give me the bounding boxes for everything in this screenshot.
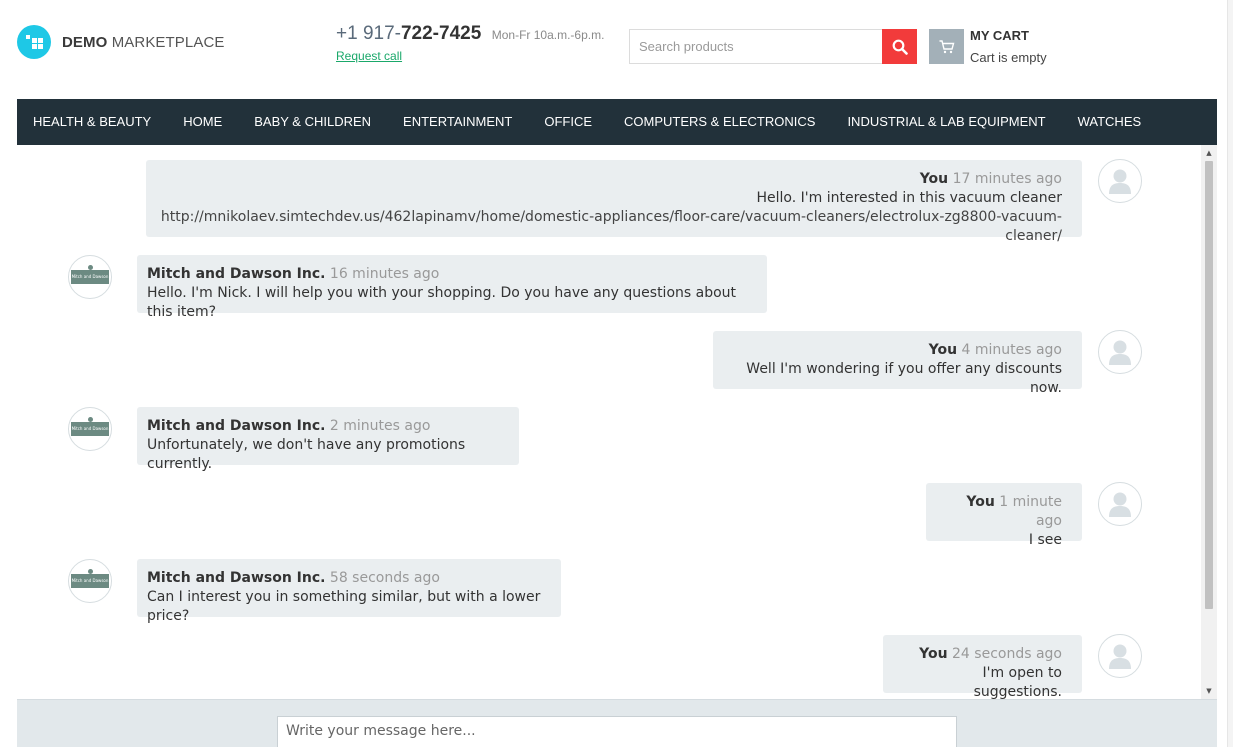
message-text: Hello. I'm interested in this vacuum cle… bbox=[756, 190, 1063, 206]
phone-prefix: +1 917- bbox=[336, 23, 401, 44]
message-author: Mitch and Dawson Inc. bbox=[147, 266, 326, 282]
message-header: You 17 minutes ago bbox=[156, 170, 1062, 189]
message-author: You bbox=[919, 646, 948, 662]
message-time: 17 minutes ago bbox=[952, 171, 1062, 187]
vendor-avatar: Mitch and Dawson bbox=[68, 407, 112, 451]
nav-item-entertainment[interactable]: ENTERTAINMENT bbox=[387, 99, 528, 145]
nav-item-health-beauty[interactable]: HEALTH & BEAUTY bbox=[17, 99, 167, 145]
message-text: Unfortunately, we don't have any promoti… bbox=[147, 437, 466, 472]
site-logo[interactable]: DEMO MARKETPLACE bbox=[17, 25, 224, 59]
vendor-logo-text: Mitch and Dawson bbox=[71, 274, 109, 279]
site-header: DEMO MARKETPLACE +1 917-722-7425 Mon-Fr … bbox=[0, 0, 1233, 99]
user-silhouette-icon bbox=[1109, 644, 1131, 669]
vendor-logo-icon: Mitch and Dawson bbox=[71, 574, 109, 588]
message-time: 4 minutes ago bbox=[961, 342, 1062, 358]
business-hours: Mon-Fr 10a.m.-6p.m. bbox=[491, 28, 605, 42]
message-text: Hello. I'm Nick. I will help you with yo… bbox=[147, 285, 737, 320]
message-time: 2 minutes ago bbox=[329, 418, 431, 434]
cart-text: MY CART Cart is empty bbox=[970, 28, 1047, 65]
user-silhouette-icon bbox=[1109, 340, 1131, 365]
nav-item-computers-electronics[interactable]: COMPUTERS & ELECTRONICS bbox=[608, 99, 831, 145]
vendor-avatar: Mitch and Dawson bbox=[68, 559, 112, 603]
message-author: Mitch and Dawson Inc. bbox=[147, 570, 326, 586]
user-silhouette-icon bbox=[1109, 169, 1131, 194]
cart-widget[interactable]: MY CART Cart is empty bbox=[929, 28, 1047, 65]
message-header: You 4 minutes ago bbox=[723, 341, 1062, 360]
cart-icon bbox=[939, 39, 954, 53]
phone-main: 722-7425 bbox=[400, 23, 482, 44]
search-icon bbox=[892, 39, 908, 55]
chat-message-incoming: Mitch and Dawson Inc. 2 minutes ago Unfo… bbox=[137, 407, 519, 472]
logo-text: DEMO MARKETPLACE bbox=[62, 34, 224, 51]
message-input[interactable] bbox=[277, 716, 957, 747]
message-header: Mitch and Dawson Inc. 58 seconds ago bbox=[147, 569, 551, 588]
logo-light-text: MARKETPLACE bbox=[111, 33, 225, 51]
nav-item-home[interactable]: HOME bbox=[167, 99, 238, 145]
vendor-logo-text: Mitch and Dawson bbox=[71, 426, 109, 431]
message-link[interactable]: http://mnikolaev.simtechdev.us/462lapina… bbox=[156, 208, 1062, 246]
category-nav: HEALTH & BEAUTY HOME BABY & CHILDREN ENT… bbox=[17, 99, 1217, 145]
user-avatar bbox=[1098, 330, 1142, 374]
message-header: Mitch and Dawson Inc. 16 minutes ago bbox=[147, 265, 757, 284]
chat-message-incoming: Mitch and Dawson Inc. 58 seconds ago Can… bbox=[137, 559, 561, 624]
message-author: Mitch and Dawson Inc. bbox=[147, 418, 326, 434]
nav-item-office[interactable]: OFFICE bbox=[528, 99, 608, 145]
vendor-logo-icon: Mitch and Dawson bbox=[71, 270, 109, 284]
message-composer bbox=[17, 699, 1217, 747]
chat-message-outgoing: You 24 seconds ago I'm open to suggestio… bbox=[883, 635, 1082, 699]
search-button[interactable] bbox=[882, 29, 917, 64]
nav-item-baby-children[interactable]: BABY & CHILDREN bbox=[238, 99, 387, 145]
cart-button[interactable] bbox=[929, 29, 964, 64]
message-header: You 1 minute ago bbox=[936, 493, 1062, 531]
vendor-avatar: Mitch and Dawson bbox=[68, 255, 112, 299]
scroll-thumb[interactable] bbox=[1205, 161, 1213, 609]
nav-item-watches[interactable]: WATCHES bbox=[1062, 99, 1158, 145]
chat-scrollbar[interactable]: ▲ ▼ bbox=[1201, 145, 1217, 699]
message-text: Well I'm wondering if you offer any disc… bbox=[746, 361, 1062, 396]
chat-message-outgoing: You 17 minutes ago Hello. I'm interested… bbox=[146, 160, 1082, 244]
user-avatar bbox=[1098, 634, 1142, 678]
chat-thread[interactable]: You 17 minutes ago Hello. I'm interested… bbox=[17, 145, 1217, 699]
message-time: 58 seconds ago bbox=[329, 570, 440, 586]
nav-item-industrial-lab[interactable]: INDUSTRIAL & LAB EQUIPMENT bbox=[831, 99, 1061, 145]
message-time: 1 minute ago bbox=[999, 494, 1062, 529]
search-input[interactable] bbox=[629, 29, 882, 64]
vendor-logo-text: Mitch and Dawson bbox=[71, 578, 109, 583]
window-edge bbox=[1227, 0, 1233, 747]
user-avatar bbox=[1098, 482, 1142, 526]
user-silhouette-icon bbox=[1109, 492, 1131, 517]
search-bar bbox=[629, 29, 917, 64]
message-time: 24 seconds ago bbox=[952, 646, 1062, 662]
scroll-up-arrow-icon[interactable]: ▲ bbox=[1201, 147, 1217, 159]
contact-phone-block: +1 917-722-7425 Mon-Fr 10a.m.-6p.m. Requ… bbox=[336, 23, 604, 63]
message-header: You 24 seconds ago bbox=[893, 645, 1062, 664]
chat-message-incoming: Mitch and Dawson Inc. 16 minutes ago Hel… bbox=[137, 255, 767, 320]
cart-title: MY CART bbox=[970, 28, 1029, 43]
message-time: 16 minutes ago bbox=[329, 266, 440, 282]
cart-status: Cart is empty bbox=[970, 50, 1047, 65]
request-call-link[interactable]: Request call bbox=[336, 49, 604, 63]
grid-logo-icon bbox=[17, 25, 51, 59]
message-text: I see bbox=[1028, 532, 1062, 548]
message-header: Mitch and Dawson Inc. 2 minutes ago bbox=[147, 417, 509, 436]
message-author: You bbox=[966, 494, 995, 510]
message-text: I'm open to suggestions. bbox=[973, 665, 1062, 699]
user-avatar bbox=[1098, 159, 1142, 203]
chat-message-outgoing: You 4 minutes ago Well I'm wondering if … bbox=[713, 331, 1082, 396]
phone-number: +1 917-722-7425 bbox=[336, 23, 481, 44]
logo-bold-text: DEMO bbox=[62, 33, 108, 51]
scroll-down-arrow-icon[interactable]: ▼ bbox=[1201, 685, 1217, 697]
message-author: You bbox=[919, 171, 949, 187]
message-author: You bbox=[928, 342, 958, 358]
chat-message-outgoing: You 1 minute ago I see bbox=[926, 483, 1082, 548]
vendor-logo-icon: Mitch and Dawson bbox=[71, 422, 109, 436]
message-text: Can I interest you in something similar,… bbox=[147, 589, 541, 624]
